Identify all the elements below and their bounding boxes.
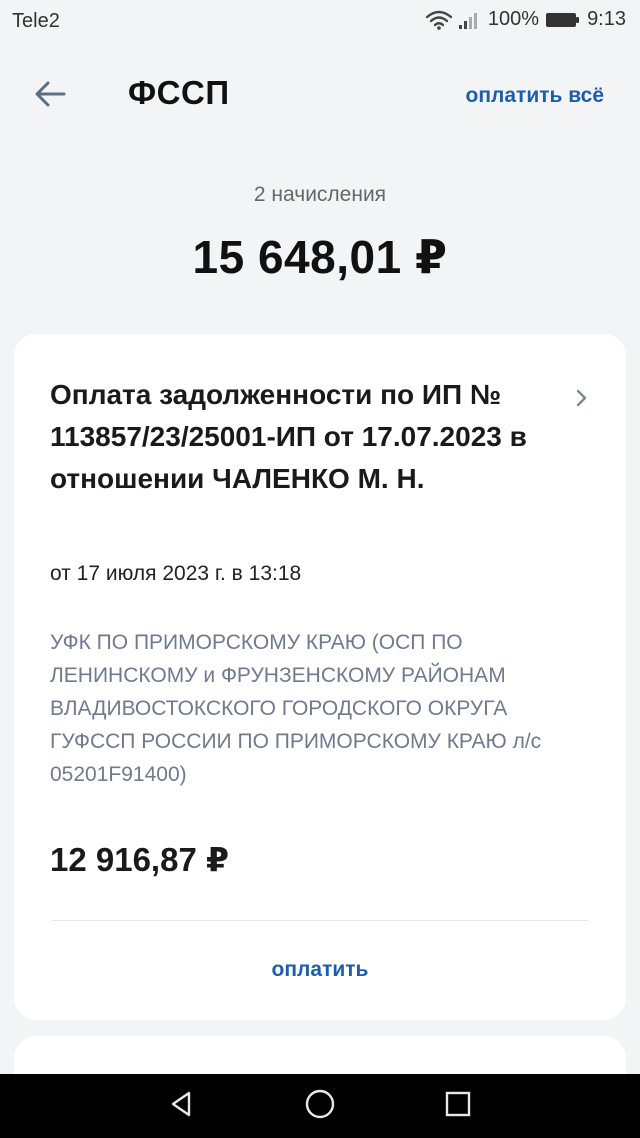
card-divider (52, 920, 588, 921)
circle-home-icon (304, 1088, 336, 1125)
charge-amount: 12 916,87 ₽ (50, 841, 229, 878)
wifi-icon (425, 10, 452, 30)
total-amount: 15 648,01 ₽ (192, 231, 448, 283)
status-bar: Tele2 100% 9:13 (0, 0, 640, 44)
triangle-back-icon (167, 1089, 197, 1124)
nav-home-button[interactable] (300, 1086, 340, 1126)
battery-percent: 100% (487, 8, 540, 30)
back-button[interactable] (26, 72, 74, 120)
pay-all-button[interactable]: оплатить всё (466, 84, 605, 108)
signal-icon (458, 10, 482, 30)
battery-icon (545, 11, 581, 29)
carrier-name: Tele2 (12, 10, 60, 32)
square-recents-icon (444, 1090, 472, 1123)
charge-card[interactable]: Оплата задолженности по ИП № 113857/23/2… (14, 334, 626, 1020)
arrow-left-icon (34, 80, 66, 113)
charge-date: от 17 июля 2023 г. в 13:18 (50, 562, 302, 585)
charges-count: 2 начисления (253, 183, 387, 206)
charge-recipient: УФК ПО ПРИМОРСКОМУ КРАЮ (ОСП ПО ЛЕНИНСКО… (50, 631, 542, 786)
charge-title: Оплата задолженности по ИП № 113857/23/2… (50, 379, 527, 494)
chevron-right-icon[interactable] (570, 386, 594, 410)
clock: 9:13 (587, 8, 626, 30)
page-title: ФССП (128, 74, 230, 111)
nav-recents-button[interactable] (438, 1086, 478, 1126)
status-indicators: 100% 9:13 (425, 8, 626, 31)
navigation-bar (0, 1074, 640, 1138)
pay-button[interactable]: оплатить (14, 958, 626, 982)
nav-back-button[interactable] (162, 1086, 202, 1126)
app-bar: ФССП оплатить всё (0, 56, 640, 136)
